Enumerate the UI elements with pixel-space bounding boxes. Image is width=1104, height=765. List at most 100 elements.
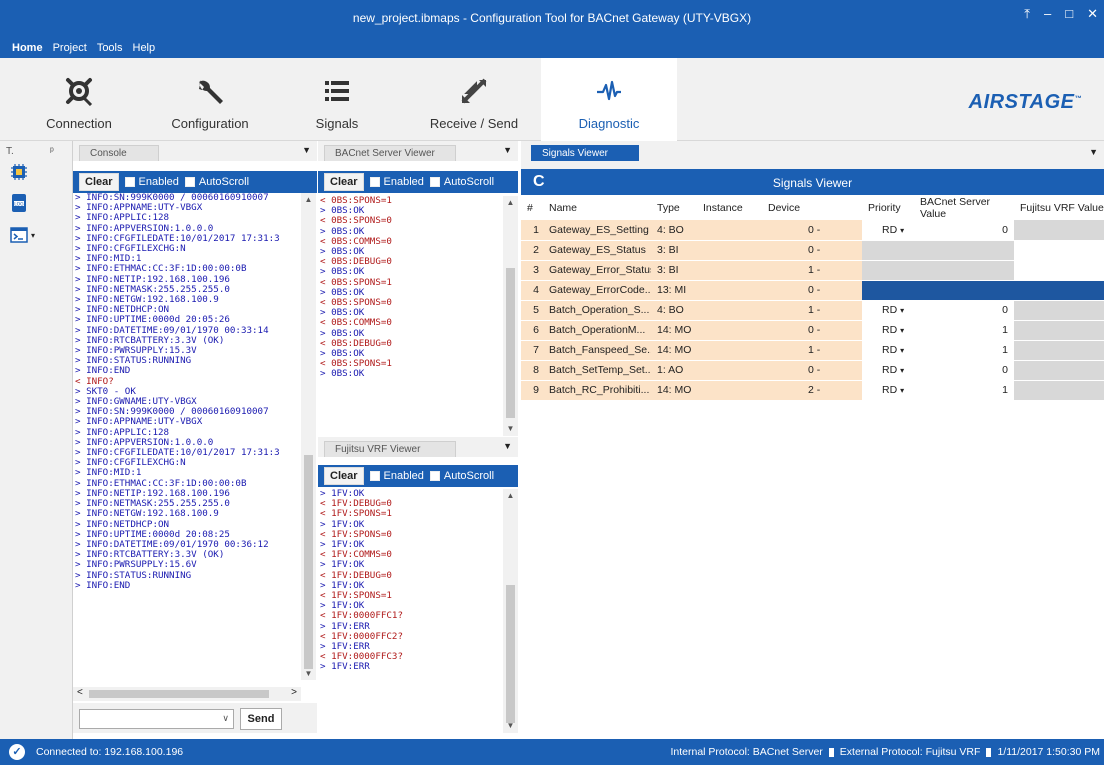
row-number: 1 (521, 220, 543, 241)
device-number: 0 (808, 364, 814, 376)
column-header[interactable]: Device (762, 196, 862, 220)
scroll-up-icon[interactable]: ▲ (301, 195, 316, 204)
console-dropdown-icon[interactable]: ▼ (302, 145, 311, 155)
maximize-button[interactable]: □ (1065, 6, 1073, 22)
scroll-thumb[interactable] (506, 268, 515, 418)
table-row[interactable]: 3 Gateway_Error_Status 3: BI 1 - (521, 260, 1104, 281)
bacnet-value[interactable] (914, 240, 1014, 261)
table-row[interactable]: 9 Batch_RC_Prohibiti... 14: MO 2 - RD ▾ 1 (521, 380, 1104, 401)
priority-select[interactable]: RD ▾ (862, 360, 914, 381)
scroll-up-icon[interactable]: ▲ (503, 491, 518, 500)
menu-home[interactable]: Home (12, 42, 43, 54)
bacnet-autoscroll-checkbox[interactable]: AutoScroll (429, 176, 494, 188)
scroll-down-icon[interactable]: ▼ (301, 669, 316, 678)
fujitsu-enabled-checkbox[interactable]: Enabled (369, 470, 424, 482)
signals-dropdown-icon[interactable]: ▼ (1089, 147, 1098, 157)
minimize-button[interactable]: – (1044, 6, 1051, 22)
scroll-left-icon[interactable]: < (77, 687, 83, 698)
console-tab[interactable]: Console (79, 145, 159, 161)
console-enabled-checkbox[interactable]: Enabled (124, 176, 179, 188)
configuration-button[interactable]: Configuration (154, 58, 266, 141)
log-line: > INFO:PWRSUPPLY:15.6V (75, 559, 197, 571)
fujitsu-dropdown-icon[interactable]: ▼ (503, 441, 512, 451)
hscroll-thumb[interactable] (89, 690, 269, 698)
chip-icon[interactable] (10, 163, 28, 181)
diagnostic-button[interactable]: Diagnostic (541, 58, 677, 141)
bacnet-value[interactable]: 1 (914, 340, 1014, 361)
fujitsu-vscrollbar[interactable]: ▲ ▼ (503, 489, 518, 733)
column-header[interactable]: Priority (862, 196, 914, 220)
bacnet-enabled-checkbox[interactable]: Enabled (369, 176, 424, 188)
console-hscrollbar[interactable]: < > (73, 687, 301, 701)
console-clear-button[interactable]: Clear (79, 173, 119, 191)
table-row[interactable]: 2 Gateway_ES_Status 3: BI 0 - (521, 240, 1104, 261)
bacnet-value[interactable]: 0 (914, 360, 1014, 381)
signals-viewer-panel: Signals Viewer ▼ C Signals Viewer # Name… (521, 141, 1104, 739)
priority-select[interactable]: RD ▾ (862, 340, 914, 361)
bacnet-viewer-tab[interactable]: BACnet Server Viewer (324, 145, 456, 161)
device-number: 0 (808, 324, 814, 336)
priority-select[interactable]: RD ▾ (862, 300, 914, 321)
table-row[interactable]: 7 Batch_Fanspeed_Se... 14: MO 1 - RD ▾ 1 (521, 340, 1104, 361)
priority-select[interactable]: RD ▾ (862, 320, 914, 341)
signals-viewer-tab[interactable]: Signals Viewer (531, 145, 639, 161)
pin-icon[interactable]: ᵖ (50, 146, 54, 157)
upload-icon[interactable]: ⤒ (1024, 6, 1030, 22)
fujitsu-value (1014, 280, 1104, 301)
bacnet-vscrollbar[interactable]: ▲ ▼ (503, 196, 518, 436)
log-icon[interactable]: LOG (10, 193, 28, 213)
console-panel: Console ▼ Clear Enabled AutoScroll > INF… (73, 141, 317, 739)
table-row[interactable]: 8 Batch_SetTemp_Set... 1: AO 0 - RD ▾ 0 (521, 360, 1104, 381)
bacnet-value[interactable]: 0 (914, 220, 1014, 241)
bacnet-value[interactable] (914, 260, 1014, 281)
scroll-down-icon[interactable]: ▼ (503, 721, 518, 730)
menu-project[interactable]: Project (53, 42, 87, 54)
column-header[interactable]: Name (543, 196, 651, 220)
bacnet-value[interactable] (914, 280, 1014, 301)
connection-button[interactable]: Connection (28, 58, 130, 141)
signal-name: Batch_SetTemp_Set... (543, 360, 651, 381)
svg-text:LOG: LOG (14, 201, 24, 207)
column-header[interactable]: Type (651, 196, 697, 220)
fujitsu-viewer-tab[interactable]: Fujitsu VRF Viewer (324, 441, 456, 457)
fujitsu-value (1014, 220, 1104, 241)
fujitsu-viewer-panel: Fujitsu VRF Viewer ▼ Clear Enabled AutoS… (318, 437, 518, 739)
terminal-button[interactable]: ▾ (10, 227, 35, 243)
fujitsu-clear-button[interactable]: Clear (324, 467, 364, 485)
bacnet-value[interactable]: 1 (914, 320, 1014, 341)
device-separator: - (816, 223, 821, 236)
signals-button[interactable]: Signals (296, 58, 378, 141)
bacnet-value[interactable]: 1 (914, 380, 1014, 401)
tool-strip: T. ᵖ LOG ▾ (0, 141, 73, 739)
signal-device: 2 - (762, 380, 862, 401)
table-row[interactable]: 1 Gateway_ES_Setting 4: BO 0 - RD ▾ 0 (521, 220, 1104, 241)
menu-tools[interactable]: Tools (97, 42, 123, 54)
command-combobox[interactable]: ∨ (79, 709, 234, 729)
column-header[interactable]: # (521, 196, 543, 220)
table-row[interactable]: 4 Gateway_ErrorCode... 13: MI 0 - (521, 280, 1104, 301)
priority-select[interactable]: RD ▾ (862, 220, 914, 241)
receive-send-button[interactable]: Receive / Send (418, 58, 530, 141)
console-autoscroll-checkbox[interactable]: AutoScroll (184, 176, 249, 188)
scroll-up-icon[interactable]: ▲ (503, 198, 518, 207)
bacnet-dropdown-icon[interactable]: ▼ (503, 145, 512, 155)
bacnet-clear-button[interactable]: Clear (324, 173, 364, 191)
table-row[interactable]: 6 Batch_OperationM... 14: MO 0 - RD ▾ 1 (521, 320, 1104, 341)
scroll-right-icon[interactable]: > (291, 687, 297, 698)
bacnet-value[interactable]: 0 (914, 300, 1014, 321)
console-vscrollbar[interactable]: ▲ ▼ (301, 193, 316, 680)
column-header[interactable]: Instance (697, 196, 762, 220)
send-button[interactable]: Send (240, 708, 282, 730)
scroll-thumb[interactable] (506, 585, 515, 723)
scroll-down-icon[interactable]: ▼ (503, 424, 518, 433)
table-row[interactable]: 5 Batch_Operation_S... 4: BO 1 - RD ▾ 0 (521, 300, 1104, 321)
fujitsu-autoscroll-checkbox[interactable]: AutoScroll (429, 470, 494, 482)
priority-select[interactable]: RD ▾ (862, 380, 914, 401)
column-header[interactable]: Fujitsu VRF Value (1014, 196, 1104, 220)
close-button[interactable]: ✕ (1087, 6, 1098, 22)
column-header[interactable]: BACnet Server Value (914, 196, 1014, 220)
menu-help[interactable]: Help (133, 42, 156, 54)
scroll-thumb[interactable] (304, 455, 313, 669)
row-number: 6 (521, 320, 543, 341)
priority-value: RD (882, 324, 898, 336)
